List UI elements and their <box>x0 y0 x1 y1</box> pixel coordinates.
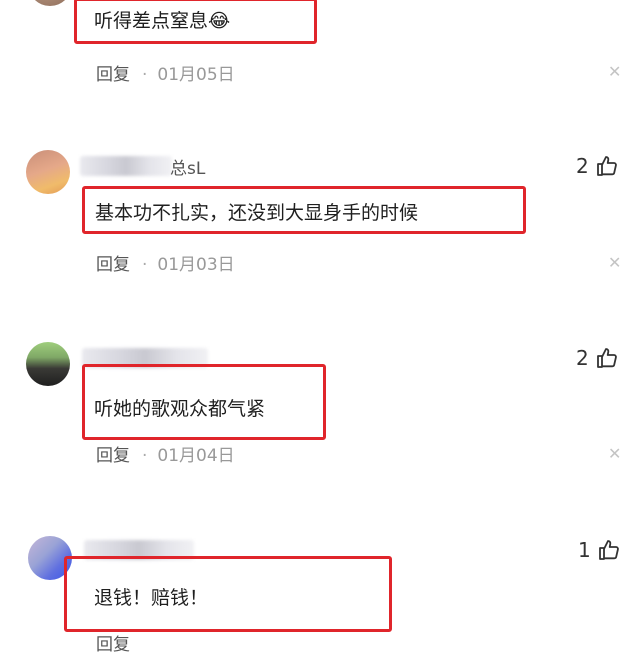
separator-dot: · <box>142 446 148 466</box>
reply-row: 回复 · 01月05日 <box>96 60 235 85</box>
comment-text: 基本功不扎实，还没到大显身手的时候 <box>95 202 419 224</box>
close-icon[interactable]: ✕ <box>608 62 621 81</box>
like-button[interactable]: 2 <box>576 154 619 178</box>
separator-dot: · <box>142 255 148 275</box>
like-count: 2 <box>576 154 589 178</box>
comment-text: 听得差点窒息😂 <box>94 10 231 32</box>
reply-button[interactable]: 回复 <box>96 635 130 655</box>
laughing-emoji: 😂 <box>208 10 231 32</box>
reply-button[interactable]: 回复 <box>96 446 130 466</box>
comment-date: 01月05日 <box>157 65 235 85</box>
username-blurred[interactable] <box>80 156 172 176</box>
avatar[interactable] <box>28 0 72 6</box>
like-count: 1 <box>578 538 591 562</box>
username-tail: 总sL <box>170 159 206 179</box>
reply-button[interactable]: 回复 <box>96 65 130 85</box>
comment-text: 退钱！赔钱！ <box>94 587 209 609</box>
reply-row: 回复 · 01月04日 <box>96 441 235 466</box>
comment-date: 01月04日 <box>157 446 235 466</box>
avatar[interactable] <box>26 342 70 386</box>
comment-date: 01月03日 <box>157 255 235 275</box>
thumbs-up-icon <box>596 348 617 368</box>
like-button[interactable]: 1 <box>578 538 621 562</box>
avatar[interactable] <box>26 150 70 194</box>
close-icon[interactable]: ✕ <box>608 253 621 272</box>
close-icon[interactable]: ✕ <box>608 444 621 463</box>
like-button[interactable]: 2 <box>576 346 619 370</box>
separator-dot: · <box>142 65 148 85</box>
thumbs-up-icon <box>596 156 617 176</box>
thumbs-up-icon <box>598 540 619 560</box>
reply-row: 回复 · 01月03日 <box>96 250 235 275</box>
like-count: 2 <box>576 346 589 370</box>
reply-button[interactable]: 回复 <box>96 255 130 275</box>
comment-text: 听她的歌观众都气紧 <box>94 398 266 420</box>
reply-row: 回复 <box>96 630 130 655</box>
